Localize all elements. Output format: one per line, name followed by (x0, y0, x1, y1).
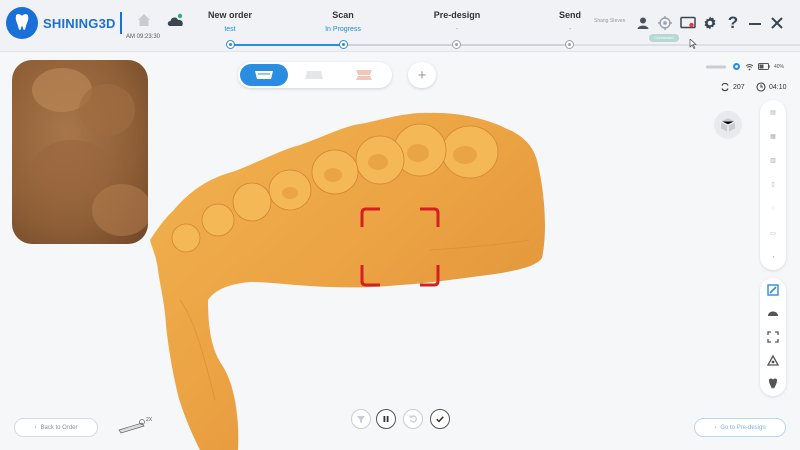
edit-tools-panel (760, 278, 786, 396)
undo-button[interactable] (403, 409, 423, 429)
upper-jaw-icon (255, 71, 273, 79)
funnel-icon (357, 416, 365, 423)
tooth-marker-icon[interactable] (762, 374, 784, 394)
confirm-button[interactable] (430, 409, 450, 429)
region-lock-icon[interactable] (762, 327, 784, 347)
view-cube-button[interactable] (714, 111, 742, 139)
view-tools-panel: ▤ ▦ ▥ ▯ ◌ ▭ ◔ (760, 100, 786, 270)
clock-icon (756, 82, 766, 92)
back-to-order-button[interactable]: ‹ Back to Order (14, 418, 98, 437)
undo-icon (408, 415, 417, 423)
bite-icon (356, 70, 372, 80)
tooth-color-icon[interactable] (762, 304, 784, 324)
palate-icon[interactable]: ◔ (762, 248, 784, 268)
lower-jaw-mode-button[interactable] (290, 64, 338, 86)
pause-button[interactable] (376, 409, 396, 429)
wifi-icon (745, 63, 754, 70)
cube-icon (720, 118, 736, 132)
scan-duration-value: 04:10 (769, 83, 787, 91)
frames-icon (721, 82, 729, 92)
jaw-overview-icon[interactable]: ▤ (762, 102, 784, 122)
scanner-probe-icon (118, 418, 148, 439)
go-to-pre-design-button[interactable]: › Go to Pre-design (694, 418, 786, 437)
layer-icon[interactable]: ▯ (762, 175, 784, 195)
probe-zoom-label: 2X (146, 417, 153, 423)
go-to-pre-design-label: Go to Pre-design (720, 424, 766, 431)
add-scan-button[interactable]: + (408, 62, 436, 88)
auto-lock-icon[interactable] (762, 280, 784, 300)
check-icon (436, 416, 444, 423)
battery-icon (758, 63, 770, 70)
tooth-select-icon[interactable]: ◌ (762, 199, 784, 219)
back-to-order-label: Back to Order (40, 424, 78, 431)
pause-icon (383, 416, 389, 422)
frame-count: 207 (720, 82, 745, 92)
grid-icon[interactable]: ▥ (762, 151, 784, 171)
battery-level: 40% (774, 63, 785, 70)
trim-icon[interactable]: ▭ (762, 223, 784, 243)
texture-icon[interactable]: ▦ (762, 126, 784, 146)
chevron-left-icon: ‹ (34, 424, 37, 431)
scanner-wand-icon (706, 65, 726, 68)
scan-duration: 04:10 (756, 82, 787, 92)
lower-jaw-icon (305, 71, 323, 79)
scan-filter-button[interactable] (351, 409, 371, 429)
measure-icon[interactable] (762, 351, 784, 371)
target-status-icon (733, 63, 740, 70)
upper-jaw-mode-button[interactable] (240, 64, 288, 86)
scan-focus-frame (360, 207, 440, 287)
camera-preview (12, 60, 148, 244)
jaw-mode-selector (238, 62, 392, 88)
device-status: 40% (706, 62, 784, 71)
bite-mode-button[interactable] (340, 64, 388, 86)
chevron-right-icon: › (714, 424, 717, 431)
frame-count-value: 207 (733, 83, 745, 91)
